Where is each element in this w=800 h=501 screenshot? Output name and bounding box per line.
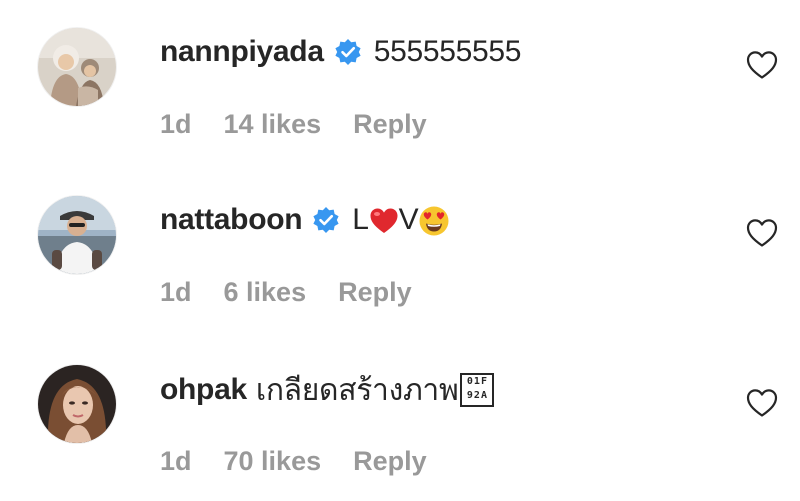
comment-line: nattaboon LV bbox=[160, 198, 450, 242]
timestamp: 1d bbox=[160, 445, 192, 476]
avatar[interactable] bbox=[38, 196, 116, 274]
timestamp: 1d bbox=[160, 108, 192, 139]
comment-meta: 1d 14 likes Reply bbox=[160, 106, 459, 142]
comment-line: ohpak เกลียดสร้างภาพ 01F 92A bbox=[160, 368, 495, 412]
red-heart-emoji-icon bbox=[369, 207, 399, 235]
verified-badge-icon bbox=[334, 38, 362, 66]
avatar-image bbox=[38, 365, 116, 443]
comment-item: nattaboon LV 1d 6 likes Reply bbox=[0, 168, 800, 318]
reply-button[interactable]: Reply bbox=[353, 446, 427, 477]
likes-count[interactable]: 70 likes bbox=[224, 446, 322, 477]
heart-outline-icon[interactable] bbox=[746, 218, 778, 248]
heart-eyes-emoji-icon bbox=[418, 205, 450, 237]
comment-text: 555555555 bbox=[373, 35, 522, 68]
avatar-image bbox=[38, 28, 116, 106]
username[interactable]: nannpiyada bbox=[160, 35, 324, 69]
unsupported-glyph-icon: 01F 92A bbox=[460, 373, 495, 407]
comment-text: เกลียดสร้างภาพ bbox=[255, 373, 459, 407]
avatar[interactable] bbox=[38, 365, 116, 443]
reply-button[interactable]: Reply bbox=[353, 109, 427, 140]
comment-item: ohpak เกลียดสร้างภาพ 01F 92A 1d 70 likes … bbox=[0, 336, 800, 486]
username[interactable]: nattaboon bbox=[160, 203, 303, 237]
verified-badge-icon bbox=[312, 206, 340, 234]
likes-count[interactable]: 6 likes bbox=[224, 277, 307, 308]
avatar-image bbox=[38, 196, 116, 274]
comment-meta: 1d 70 likes Reply bbox=[160, 443, 459, 479]
avatar[interactable] bbox=[38, 28, 116, 106]
username[interactable]: ohpak bbox=[160, 373, 247, 407]
comment-line: nannpiyada 555555555 bbox=[160, 30, 521, 74]
comment-text: LV bbox=[352, 203, 450, 237]
timestamp: 1d bbox=[160, 276, 192, 307]
comment-meta: 1d 6 likes Reply bbox=[160, 274, 444, 310]
heart-outline-icon[interactable] bbox=[746, 388, 778, 418]
comment-item: nannpiyada 555555555 1d 14 likes Reply bbox=[0, 0, 800, 150]
comment-text-part: L bbox=[352, 202, 369, 236]
likes-count[interactable]: 14 likes bbox=[224, 109, 322, 140]
heart-outline-icon[interactable] bbox=[746, 50, 778, 80]
comment-text-part: V bbox=[398, 202, 419, 236]
reply-button[interactable]: Reply bbox=[338, 277, 412, 308]
